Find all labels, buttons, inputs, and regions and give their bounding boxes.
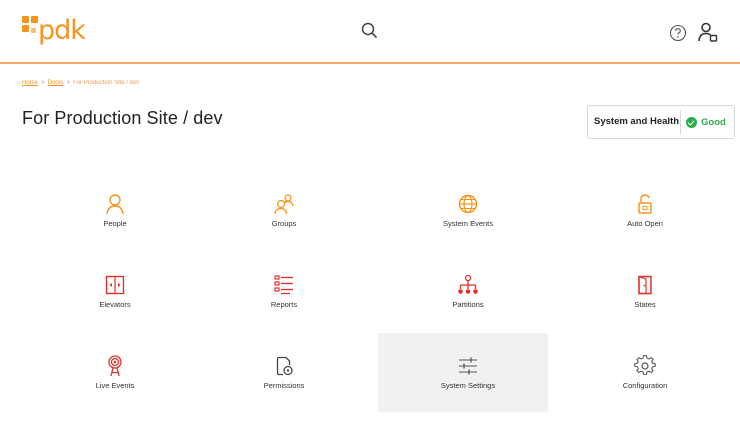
unlock-icon xyxy=(638,194,652,214)
sliders-icon xyxy=(459,357,477,375)
search-icon xyxy=(361,22,377,38)
help-icon xyxy=(669,24,687,42)
search-button[interactable] xyxy=(360,21,380,41)
health-label: System and Health xyxy=(594,116,679,127)
gear-icon xyxy=(634,355,656,377)
breadcrumb-home[interactable]: Home xyxy=(22,80,38,86)
tile-label: Reports xyxy=(270,300,298,309)
tile-permissions[interactable]: Permissions xyxy=(199,355,369,427)
door-icon xyxy=(638,275,652,295)
health-divider xyxy=(680,110,681,134)
group-icon xyxy=(274,194,294,215)
report-icon xyxy=(274,275,293,295)
tile-label: Partitions xyxy=(452,300,484,309)
tile-label: Groups xyxy=(271,219,297,228)
breadcrumb: Home > Doors > For Production Site / dev xyxy=(22,80,140,86)
tile-label: Configuration xyxy=(622,381,668,390)
breadcrumb-current: For Production Site / dev xyxy=(73,80,140,86)
breadcrumb-doors[interactable]: Doors xyxy=(48,80,64,86)
tile-label: Elevators xyxy=(99,300,131,309)
top-bar: pdk xyxy=(0,0,740,62)
tile-configuration[interactable]: Configuration xyxy=(560,355,730,427)
tile-label: Live Events xyxy=(95,381,135,390)
health-status: Good xyxy=(686,115,726,129)
user-icon xyxy=(698,22,718,42)
tile-people[interactable]: People xyxy=(30,193,200,265)
tile-system-events[interactable]: System Events xyxy=(383,193,553,265)
elevator-icon xyxy=(105,275,125,295)
pdk-logo[interactable]: pdk xyxy=(22,13,92,47)
health-status-text: Good xyxy=(701,116,726,128)
tile-label: Permissions xyxy=(263,381,305,390)
tile-reports[interactable]: Reports xyxy=(199,274,369,346)
logo-mark-icon xyxy=(22,16,38,36)
tile-label: States xyxy=(634,300,656,309)
logo-text: pdk xyxy=(38,15,86,46)
tile-system-settings[interactable]: System Settings xyxy=(378,333,548,412)
person-icon xyxy=(106,194,124,215)
user-menu-button[interactable] xyxy=(697,21,719,43)
tile-elevators[interactable]: Elevators xyxy=(30,274,200,346)
hierarchy-icon xyxy=(458,274,478,294)
broadcast-icon xyxy=(108,355,122,377)
check-circle-icon xyxy=(686,116,697,128)
tile-groups[interactable]: Groups xyxy=(199,193,369,265)
tile-states[interactable]: States xyxy=(560,274,730,346)
tile-label: People xyxy=(103,219,127,228)
tile-auto-open[interactable]: Auto Open xyxy=(560,193,730,265)
tile-label: System Settings xyxy=(440,381,496,390)
page-title: For Production Site / dev xyxy=(22,108,223,128)
system-health-widget[interactable]: System and Health Good xyxy=(587,105,735,139)
globe-icon xyxy=(458,194,478,214)
permission-icon xyxy=(276,356,293,376)
tile-label: Auto Open xyxy=(627,219,663,228)
help-button[interactable] xyxy=(669,24,687,42)
tile-label: System Events xyxy=(442,219,494,228)
header-divider xyxy=(0,62,740,64)
tile-live-events[interactable]: Live Events xyxy=(30,355,200,427)
